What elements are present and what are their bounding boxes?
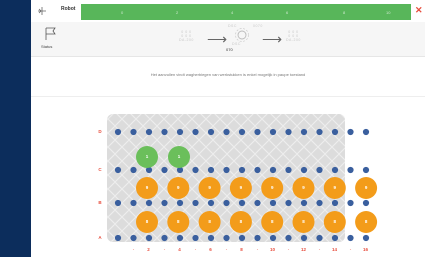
app-window: Robot 0 2 4 6 8 10 ✕ Status 0 0 0 0 0 0 …: [31, 0, 425, 257]
hole-dot: [192, 128, 199, 136]
hole-dot: [254, 128, 261, 136]
hole-dot: [130, 128, 137, 136]
workpiece-plate: DDCCBBAA2-4-6-8-10-12-14-16-119999999988…: [98, 114, 378, 252]
column-separator: -: [226, 247, 228, 252]
hole-dot: [207, 128, 215, 136]
hole-dot: [269, 166, 277, 174]
hole-dot: [145, 199, 153, 207]
hole-dot: [145, 128, 153, 136]
column-separator: -: [319, 247, 321, 252]
hole-dot: [269, 128, 277, 136]
hole-dot: [269, 234, 277, 242]
column-number: 4: [178, 247, 181, 252]
hole-dot: [192, 199, 199, 207]
hole-dot: [223, 166, 230, 174]
hole-dot: [161, 166, 168, 174]
hole-dot: [238, 166, 246, 174]
hole-dot: [114, 234, 122, 242]
column-number: 16: [363, 247, 369, 252]
hole-dot: [300, 234, 308, 242]
hole-dot: [300, 166, 308, 174]
hole-dot: [316, 199, 323, 207]
hole-dot: [207, 199, 215, 207]
column-number: 10: [270, 247, 276, 252]
column-number: 14: [332, 247, 338, 252]
hole-dot: [192, 234, 199, 242]
hole-dot: [331, 128, 339, 136]
hole-dot: [254, 234, 261, 242]
row-label-left: A: [98, 235, 102, 240]
hole-dot: [223, 128, 230, 136]
hole-dot: [130, 234, 137, 242]
hole-dot: [176, 199, 184, 207]
hole-dot: [347, 234, 354, 242]
column-separator: -: [350, 247, 352, 252]
hole-dot: [316, 234, 323, 242]
row-label-left: B: [98, 200, 102, 205]
column-separator: -: [257, 247, 259, 252]
hole-dot: [347, 166, 354, 174]
hole-dot: [207, 234, 215, 242]
hole-dot: [316, 166, 323, 174]
row-label-left: D: [98, 129, 102, 134]
column-number: 2: [147, 247, 150, 252]
hole-dot: [331, 199, 339, 207]
hole-dot: [130, 199, 137, 207]
hole-dot: [347, 128, 354, 136]
hole-dot: [285, 234, 292, 242]
hole-dot: [362, 128, 370, 136]
hole-dot: [161, 234, 168, 242]
column-number: 12: [301, 247, 307, 252]
hole-dot: [269, 199, 277, 207]
column-separator: -: [133, 247, 135, 252]
hole-dot: [254, 166, 261, 174]
column-number: 8: [240, 247, 243, 252]
hole-dot: [238, 234, 246, 242]
hole-dot: [238, 128, 246, 136]
hole-dot: [114, 166, 122, 174]
hole-dot: [223, 234, 230, 242]
column-separator: -: [288, 247, 290, 252]
hole-dot: [362, 199, 370, 207]
hole-dot: [331, 166, 339, 174]
hole-dot: [192, 166, 199, 174]
hole-dot: [161, 128, 168, 136]
hole-dot: [362, 234, 370, 242]
hole-dot: [300, 199, 308, 207]
hole-dot: [285, 199, 292, 207]
hole-dot: [114, 199, 122, 207]
hole-dot: [176, 128, 184, 136]
hole-dot: [362, 166, 370, 174]
hole-dot: [331, 234, 339, 242]
hole-dot: [114, 128, 122, 136]
hole-dot: [145, 234, 153, 242]
row-label-left: C: [98, 167, 102, 172]
column-separator: -: [164, 247, 166, 252]
column-number: 6: [209, 247, 212, 252]
hole-dot: [347, 199, 354, 207]
hole-dot: [316, 128, 323, 136]
hole-dot: [254, 199, 261, 207]
hole-dot: [285, 166, 292, 174]
hole-dot: [285, 128, 292, 136]
hole-dot: [223, 199, 230, 207]
hole-dot: [161, 199, 168, 207]
hole-dot: [238, 199, 246, 207]
hole-dot: [176, 234, 184, 242]
column-separator: -: [195, 247, 197, 252]
hole-dot: [130, 166, 137, 174]
hole-dot: [207, 166, 215, 174]
hole-dot: [300, 128, 308, 136]
